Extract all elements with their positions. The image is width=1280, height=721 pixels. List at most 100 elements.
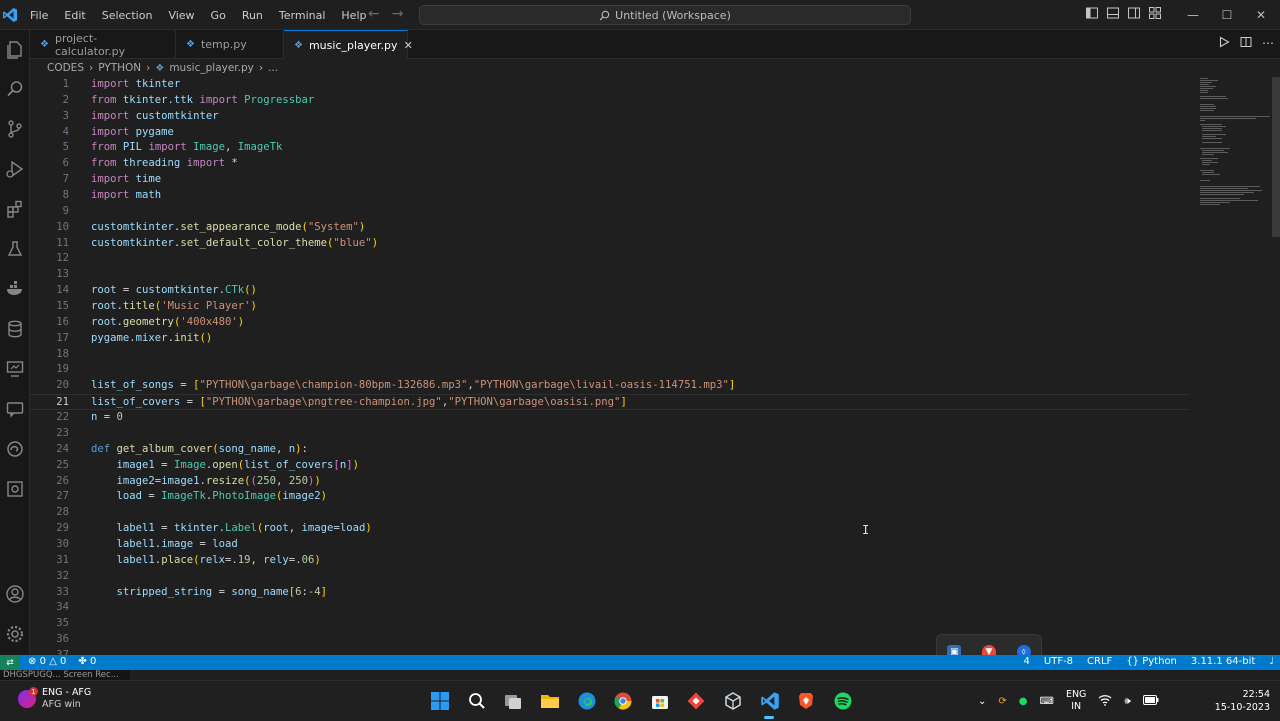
settings-gear-icon[interactable] [3,622,27,646]
spotify-icon[interactable] [825,681,862,721]
back-arrow-icon[interactable]: ← [368,6,380,22]
toggle-primary-sidebar-icon[interactable] [1085,6,1099,20]
notifications-bell-icon[interactable]: ♩ [1269,656,1274,667]
code-line[interactable]: 18 [30,347,1190,363]
toggle-secondary-sidebar-icon[interactable] [1127,6,1141,20]
volume-icon[interactable]: 🕪 [1124,696,1130,707]
code-line[interactable]: 15 root.title('Music Player') [30,299,1190,315]
code-line[interactable]: 33 stripped_string = song_name[6:-4] [30,585,1190,601]
code-line[interactable]: 30 label1.image = load [30,537,1190,553]
edge-browser-icon[interactable] [568,681,605,721]
code-line[interactable]: 20 list_of_songs = ["PYTHON\garbage\champ… [30,378,1190,394]
vertical-scrollbar[interactable] [1272,77,1280,237]
microsoft-store-icon[interactable] [642,681,679,721]
comments-icon[interactable] [3,397,27,421]
sync-tray-icon[interactable]: ⟳ [998,696,1006,707]
show-hidden-icons-chevron-icon[interactable]: ⌄ [978,696,986,707]
close-tab-icon[interactable]: ✕ [404,39,413,52]
code-line[interactable]: 17 pygame.mixer.init() [30,331,1190,347]
anydesk-icon[interactable] [678,681,715,721]
task-view-icon[interactable] [495,681,532,721]
toggle-panel-icon[interactable] [1106,6,1120,20]
command-center-search[interactable]: Untitled (Workspace) [419,5,911,25]
close-window-icon[interactable]: ✕ [1244,0,1278,30]
code-line[interactable]: 6 from threading import * [30,156,1190,172]
code-line[interactable]: 9 [30,204,1190,220]
keyboard-tray-icon[interactable]: ⌨ [1040,696,1054,707]
code-line[interactable]: 28 [30,505,1190,521]
menu-edit[interactable]: Edit [56,9,93,22]
code-line[interactable]: 27 load = ImageTk.PhotoImage(image2) [30,489,1190,505]
code-line[interactable]: 26 image2=image1.resize((250, 250)) [30,474,1190,490]
code-line[interactable]: 10 customtkinter.set_appearance_mode("Sys… [30,220,1190,236]
tab-project-calculator[interactable]: ❖ project-calculator.py [30,30,176,59]
virtualbox-icon[interactable] [715,681,752,721]
eol-status[interactable]: CRLF [1087,656,1112,667]
interpreter-status[interactable]: 3.11.1 64-bit [1191,656,1255,667]
keyboard-layout-widget[interactable]: 1 ENG - AFG AFG win [18,687,91,711]
code-line[interactable]: 1 import tkinter [30,77,1190,93]
taskbar-search-icon[interactable] [459,681,496,721]
extensions-icon[interactable] [3,197,27,221]
brave-browser-icon[interactable] [788,681,825,721]
encoding-status[interactable]: UTF-8 [1044,656,1073,667]
forward-arrow-icon[interactable]: → [392,6,404,22]
menu-go[interactable]: Go [203,9,234,22]
breadcrumb-folder[interactable]: PYTHON [98,62,141,74]
device-manager-icon[interactable] [3,477,27,501]
system-clock[interactable]: 22:54 15-10-2023 [1215,688,1270,714]
database-icon[interactable] [3,317,27,341]
ports-indicator[interactable]: ✤ 0 [78,656,96,667]
menu-view[interactable]: View [160,9,202,22]
code-line[interactable]: 24 def get_album_cover(song_name, n): [30,442,1190,458]
remote-explorer-icon[interactable] [3,357,27,381]
battery-icon[interactable] [1142,694,1159,708]
code-line[interactable]: 35 [30,616,1190,632]
code-line[interactable]: 7 import time [30,172,1190,188]
menu-file[interactable]: File [22,9,56,22]
explorer-icon[interactable] [3,37,27,61]
more-actions-icon[interactable]: ⋯ [1262,36,1274,50]
indentation-status[interactable]: 4 [1024,656,1030,667]
vscode-taskbar-icon[interactable] [751,681,788,721]
accounts-icon[interactable] [3,582,27,606]
maximize-icon[interactable]: ☐ [1210,0,1244,30]
run-python-file-icon[interactable] [1218,36,1230,48]
code-line[interactable]: 34 [30,600,1190,616]
chrome-browser-icon[interactable] [605,681,642,721]
code-line[interactable]: 16 root.geometry('400x480') [30,315,1190,331]
run-debug-icon[interactable] [3,157,27,181]
code-line[interactable]: 2 from tkinter.ttk import Progressbar [30,93,1190,109]
code-line[interactable]: 22 n = 0 [30,410,1190,426]
code-line[interactable]: 31 label1.place(relx=.19, rely=.06) [30,553,1190,569]
menu-run[interactable]: Run [234,9,271,22]
language-mode-status[interactable]: {} Python [1126,656,1177,667]
customize-layout-icon[interactable] [1148,6,1162,20]
code-line[interactable]: 11 customtkinter.set_default_color_theme(… [30,236,1190,252]
minimize-icon[interactable]: — [1176,0,1210,30]
code-line[interactable]: 29 label1 = tkinter.Label(root, image=lo… [30,521,1190,537]
problems-indicator[interactable]: ⊗ 0 △ 0 [28,656,66,667]
code-line[interactable]: 25 image1 = Image.open(list_of_covers[n]… [30,458,1190,474]
menu-selection[interactable]: Selection [94,9,161,22]
search-icon[interactable] [3,77,27,101]
code-line[interactable]: 8 import math [30,188,1190,204]
remote-indicator-icon[interactable]: ⇄ [0,655,20,670]
source-control-icon[interactable] [3,117,27,141]
code-editor[interactable]: 1 import tkinter 2 from tkinter.ttk import … [30,77,1280,655]
code-line[interactable]: 12 [30,251,1190,267]
input-language-indicator[interactable]: ENG IN [1066,689,1086,713]
breadcrumb-file[interactable]: music_player.py [169,62,254,74]
code-line[interactable]: 14 root = customtkinter.CTk() [30,283,1190,299]
testing-flask-icon[interactable] [3,237,27,261]
tab-music-player[interactable]: ❖ music_player.py ✕ [284,30,413,59]
breadcrumb-more[interactable]: ... [268,62,278,74]
code-line[interactable]: 4 import pygame [30,125,1190,141]
breadcrumb-root[interactable]: CODES [47,62,84,74]
code-line[interactable]: 23 [30,426,1190,442]
code-line[interactable]: 19 [30,362,1190,378]
edge-devtools-icon[interactable] [3,437,27,461]
code-line[interactable]: 32 [30,569,1190,585]
tab-temp[interactable]: ❖ temp.py [176,30,284,59]
code-line[interactable]: 21 list_of_covers = ["PYTHON\garbage\pngt… [30,394,1190,411]
